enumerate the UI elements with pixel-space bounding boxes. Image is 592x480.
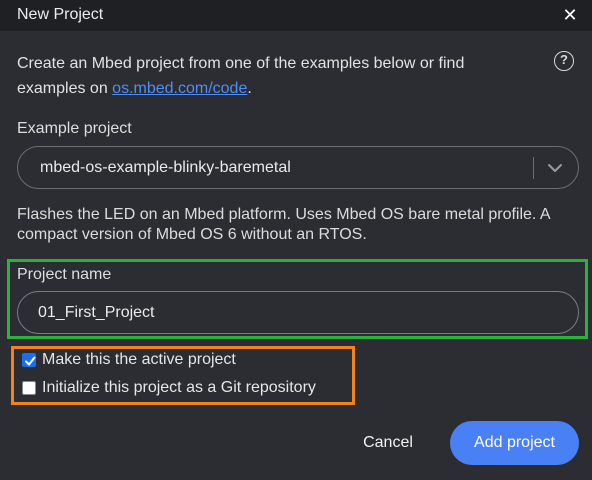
- example-description: Flashes the LED on an Mbed platform. Use…: [17, 206, 550, 243]
- examples-link[interactable]: os.mbed.com/code: [112, 80, 247, 97]
- git-repo-checkbox[interactable]: [22, 381, 36, 395]
- dialog-titlebar: New Project ✕: [0, 0, 592, 31]
- project-name-label: Project name: [17, 266, 112, 283]
- example-project-label: Example project: [17, 120, 132, 137]
- chevron-down-icon[interactable]: [546, 160, 564, 176]
- dialog-title: New Project: [17, 6, 104, 23]
- checkmark-icon: [25, 356, 36, 366]
- close-icon[interactable]: ✕: [562, 5, 578, 25]
- intro-text: Create an Mbed project from one of the e…: [17, 51, 537, 101]
- cancel-button[interactable]: Cancel: [352, 429, 424, 457]
- new-project-dialog: New Project ✕ Create an Mbed project fro…: [0, 0, 592, 480]
- add-project-button[interactable]: Add project: [450, 421, 579, 465]
- example-project-value: mbed-os-example-blinky-baremetal: [40, 159, 291, 176]
- project-name-input[interactable]: 01_First_Project: [17, 291, 579, 334]
- help-circle-icon[interactable]: ?: [554, 51, 574, 71]
- active-project-checkbox[interactable]: [22, 353, 36, 367]
- active-project-label: Make this the active project: [42, 351, 236, 368]
- intro-text-after: .: [247, 80, 252, 97]
- git-repo-label: Initialize this project as a Git reposit…: [42, 379, 316, 396]
- example-project-select[interactable]: mbed-os-example-blinky-baremetal: [17, 146, 579, 189]
- select-divider: [533, 157, 534, 179]
